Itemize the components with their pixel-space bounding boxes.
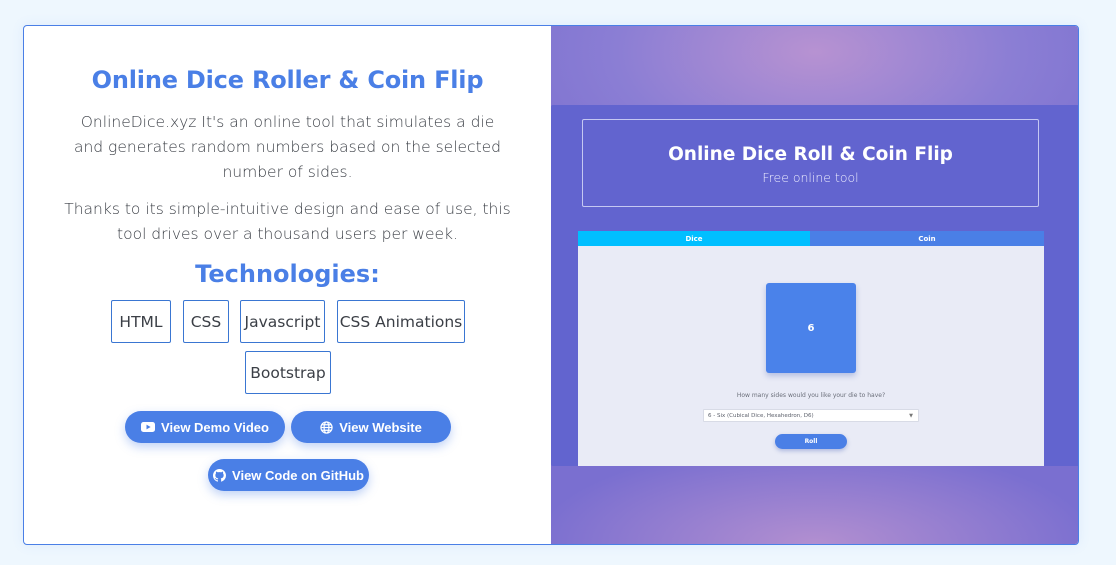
- preview-roll-button: Roll: [775, 434, 847, 449]
- project-card: Online Dice Roller & Coin Flip OnlineDic…: [23, 25, 1079, 545]
- preview-sides-select: 6 - Six (Cubical Dice, Hexahedron, D6) ▼: [703, 409, 919, 422]
- preview-question: How many sides would you like your die t…: [736, 392, 886, 399]
- preview-hero: Online Dice Roll & Coin Flip Free online…: [582, 119, 1039, 207]
- tech-tag-css: CSS: [183, 300, 229, 343]
- preview-tab-dice: Dice: [578, 231, 810, 246]
- view-website-label: View Website: [339, 419, 422, 435]
- view-demo-video-button[interactable]: View Demo Video: [125, 411, 285, 443]
- project-preview-panel: Online Dice Roll & Coin Flip Free online…: [551, 26, 1078, 544]
- github-icon: [213, 468, 227, 482]
- globe-icon: [320, 420, 333, 434]
- preview-tab-coin: Coin: [810, 231, 1044, 246]
- tech-tag-javascript: Javascript: [240, 300, 325, 343]
- project-title: Online Dice Roller & Coin Flip: [91, 66, 484, 94]
- chevron-down-icon: ▼: [909, 413, 913, 419]
- preview-hero-title: Online Dice Roll & Coin Flip: [668, 144, 953, 165]
- project-description-2: Thanks to its simple-intuitive design an…: [64, 200, 511, 243]
- preview-sides-select-value: 6 - Six (Cubical Dice, Hexahedron, D6): [708, 412, 814, 419]
- view-website-button[interactable]: View Website: [291, 411, 451, 443]
- preview-screenshot: Online Dice Roll & Coin Flip Free online…: [551, 105, 1078, 466]
- youtube-icon: [141, 422, 156, 432]
- preview-tabs: Dice Coin: [578, 231, 1044, 246]
- project-description-1: OnlineDice.xyz It's an online tool that …: [73, 113, 502, 181]
- tech-tag-bootstrap: Bootstrap: [245, 351, 331, 394]
- tech-tag-html: HTML: [111, 300, 171, 343]
- preview-die: 6: [766, 283, 856, 373]
- preview-glow: [551, 464, 1078, 544]
- technologies-heading: Technologies:: [195, 260, 380, 288]
- tech-tag-css-animations: CSS Animations: [337, 300, 465, 343]
- preview-app: Dice Coin 6 How many sides would you lik…: [578, 231, 1044, 466]
- project-info-panel: Online Dice Roller & Coin Flip OnlineDic…: [24, 26, 551, 544]
- view-code-github-label: View Code on GitHub: [232, 467, 364, 483]
- view-demo-video-label: View Demo Video: [161, 419, 269, 435]
- view-code-github-button[interactable]: View Code on GitHub: [208, 459, 369, 491]
- preview-hero-subtitle: Free online tool: [762, 170, 859, 185]
